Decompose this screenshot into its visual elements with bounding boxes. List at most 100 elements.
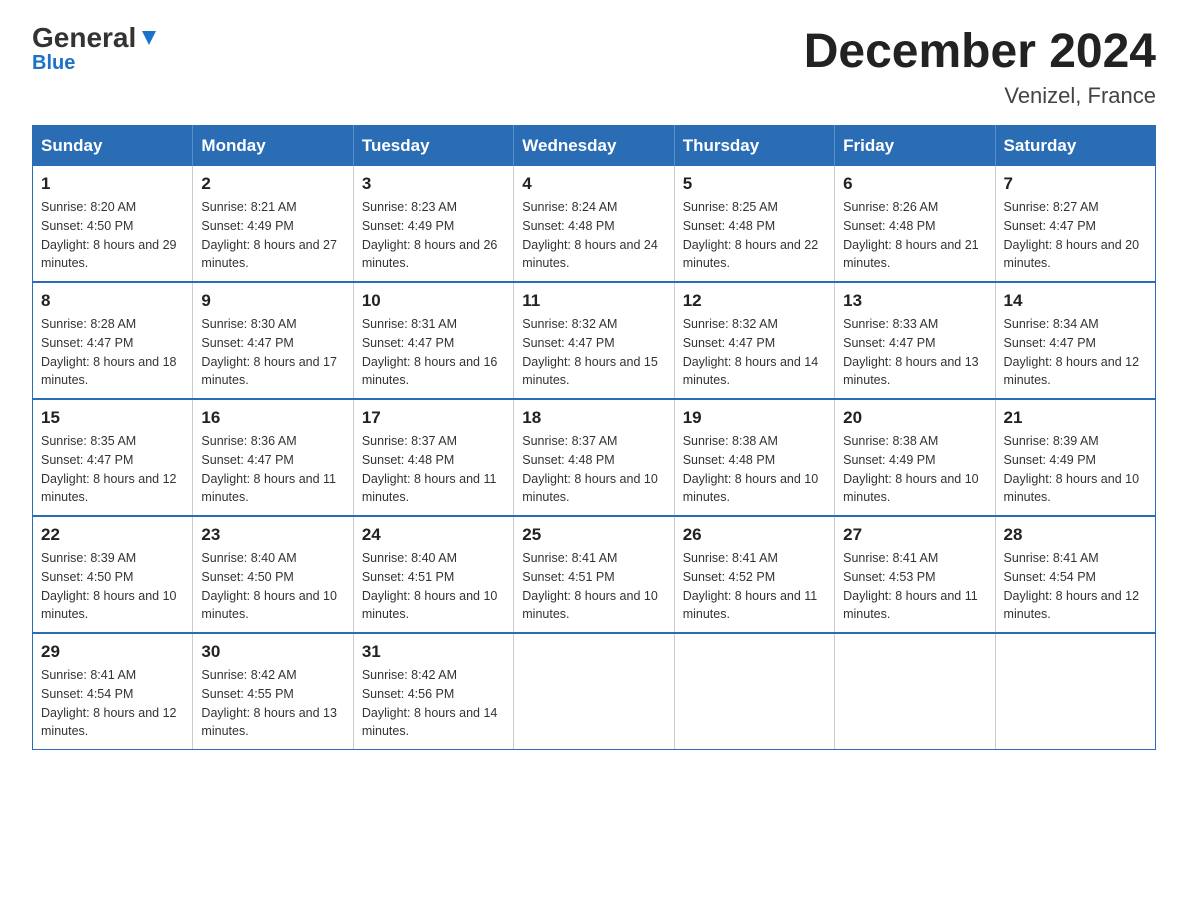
- calendar-day-header: Thursday: [674, 126, 834, 167]
- day-number: 27: [843, 525, 986, 545]
- calendar-cell: 20 Sunrise: 8:38 AMSunset: 4:49 PMDayligh…: [835, 399, 995, 516]
- day-info: Sunrise: 8:41 AMSunset: 4:51 PMDaylight:…: [522, 549, 665, 624]
- logo: General Blue: [32, 24, 160, 75]
- calendar-cell: 25 Sunrise: 8:41 AMSunset: 4:51 PMDayligh…: [514, 516, 674, 633]
- day-number: 16: [201, 408, 344, 428]
- day-number: 3: [362, 174, 505, 194]
- calendar-cell: 23Sunrise: 8:40 AMSunset: 4:50 PMDayligh…: [193, 516, 353, 633]
- calendar-week-row: 15 Sunrise: 8:35 AMSunset: 4:47 PMDayligh…: [33, 399, 1156, 516]
- logo-blue: Blue: [32, 52, 75, 75]
- calendar-cell: [674, 633, 834, 750]
- calendar-day-header: Wednesday: [514, 126, 674, 167]
- page-subtitle: Venizel, France: [804, 83, 1156, 109]
- calendar-cell: 2 Sunrise: 8:21 AMSunset: 4:49 PMDaylight…: [193, 166, 353, 282]
- day-number: 17: [362, 408, 505, 428]
- calendar-cell: 13 Sunrise: 8:33 AMSunset: 4:47 PMDayligh…: [835, 282, 995, 399]
- day-info: Sunrise: 8:36 AMSunset: 4:47 PMDaylight:…: [201, 432, 344, 507]
- day-number: 18: [522, 408, 665, 428]
- day-info: Sunrise: 8:42 AMSunset: 4:55 PMDaylight:…: [201, 666, 344, 741]
- calendar-cell: 7 Sunrise: 8:27 AMSunset: 4:47 PMDaylight…: [995, 166, 1155, 282]
- calendar-cell: 3 Sunrise: 8:23 AMSunset: 4:49 PMDaylight…: [353, 166, 513, 282]
- day-info: Sunrise: 8:38 AMSunset: 4:49 PMDaylight:…: [843, 432, 986, 507]
- day-number: 15: [41, 408, 184, 428]
- calendar-cell: 28 Sunrise: 8:41 AMSunset: 4:54 PMDayligh…: [995, 516, 1155, 633]
- calendar-cell: 5Sunrise: 8:25 AMSunset: 4:48 PMDaylight…: [674, 166, 834, 282]
- calendar-cell: 19 Sunrise: 8:38 AMSunset: 4:48 PMDayligh…: [674, 399, 834, 516]
- calendar-cell: 21Sunrise: 8:39 AMSunset: 4:49 PMDayligh…: [995, 399, 1155, 516]
- day-info: Sunrise: 8:39 AMSunset: 4:50 PMDaylight:…: [41, 549, 184, 624]
- calendar-cell: 22 Sunrise: 8:39 AMSunset: 4:50 PMDayligh…: [33, 516, 193, 633]
- calendar-cell: 18Sunrise: 8:37 AMSunset: 4:48 PMDayligh…: [514, 399, 674, 516]
- calendar-cell: 9Sunrise: 8:30 AMSunset: 4:47 PMDaylight…: [193, 282, 353, 399]
- day-info: Sunrise: 8:24 AMSunset: 4:48 PMDaylight:…: [522, 198, 665, 273]
- day-info: Sunrise: 8:37 AMSunset: 4:48 PMDaylight:…: [362, 432, 505, 507]
- day-number: 28: [1004, 525, 1147, 545]
- day-info: Sunrise: 8:27 AMSunset: 4:47 PMDaylight:…: [1004, 198, 1147, 273]
- calendar-day-header: Tuesday: [353, 126, 513, 167]
- day-number: 13: [843, 291, 986, 311]
- calendar-day-header: Saturday: [995, 126, 1155, 167]
- day-info: Sunrise: 8:25 AMSunset: 4:48 PMDaylight:…: [683, 198, 826, 273]
- day-number: 7: [1004, 174, 1147, 194]
- day-info: Sunrise: 8:39 AMSunset: 4:49 PMDaylight:…: [1004, 432, 1147, 507]
- day-number: 14: [1004, 291, 1147, 311]
- title-block: December 2024 Venizel, France: [804, 24, 1156, 109]
- day-number: 30: [201, 642, 344, 662]
- page-header: General Blue December 2024 Venizel, Fran…: [32, 24, 1156, 109]
- day-number: 25: [522, 525, 665, 545]
- calendar-cell: 26 Sunrise: 8:41 AMSunset: 4:52 PMDayligh…: [674, 516, 834, 633]
- day-info: Sunrise: 8:41 AMSunset: 4:54 PMDaylight:…: [1004, 549, 1147, 624]
- logo-arrow-icon: [138, 27, 160, 49]
- day-info: Sunrise: 8:32 AMSunset: 4:47 PMDaylight:…: [683, 315, 826, 390]
- calendar-cell: 4 Sunrise: 8:24 AMSunset: 4:48 PMDaylight…: [514, 166, 674, 282]
- calendar-week-row: 22 Sunrise: 8:39 AMSunset: 4:50 PMDayligh…: [33, 516, 1156, 633]
- calendar-cell: 29Sunrise: 8:41 AMSunset: 4:54 PMDayligh…: [33, 633, 193, 750]
- calendar-day-header: Monday: [193, 126, 353, 167]
- calendar-cell: 24 Sunrise: 8:40 AMSunset: 4:51 PMDayligh…: [353, 516, 513, 633]
- day-info: Sunrise: 8:30 AMSunset: 4:47 PMDaylight:…: [201, 315, 344, 390]
- day-number: 19: [683, 408, 826, 428]
- day-number: 6: [843, 174, 986, 194]
- day-number: 29: [41, 642, 184, 662]
- day-info: Sunrise: 8:28 AMSunset: 4:47 PMDaylight:…: [41, 315, 184, 390]
- calendar-cell: 11Sunrise: 8:32 AMSunset: 4:47 PMDayligh…: [514, 282, 674, 399]
- day-number: 20: [843, 408, 986, 428]
- day-number: 4: [522, 174, 665, 194]
- page-title: December 2024: [804, 24, 1156, 79]
- day-info: Sunrise: 8:32 AMSunset: 4:47 PMDaylight:…: [522, 315, 665, 390]
- calendar-cell: [995, 633, 1155, 750]
- day-info: Sunrise: 8:41 AMSunset: 4:52 PMDaylight:…: [683, 549, 826, 624]
- calendar-cell: 12Sunrise: 8:32 AMSunset: 4:47 PMDayligh…: [674, 282, 834, 399]
- day-number: 31: [362, 642, 505, 662]
- calendar-cell: 30 Sunrise: 8:42 AMSunset: 4:55 PMDayligh…: [193, 633, 353, 750]
- day-number: 2: [201, 174, 344, 194]
- day-info: Sunrise: 8:23 AMSunset: 4:49 PMDaylight:…: [362, 198, 505, 273]
- calendar-cell: 14Sunrise: 8:34 AMSunset: 4:47 PMDayligh…: [995, 282, 1155, 399]
- calendar-cell: 17 Sunrise: 8:37 AMSunset: 4:48 PMDayligh…: [353, 399, 513, 516]
- day-number: 1: [41, 174, 184, 194]
- calendar-day-header: Friday: [835, 126, 995, 167]
- day-info: Sunrise: 8:38 AMSunset: 4:48 PMDaylight:…: [683, 432, 826, 507]
- day-info: Sunrise: 8:21 AMSunset: 4:49 PMDaylight:…: [201, 198, 344, 273]
- day-number: 10: [362, 291, 505, 311]
- calendar-week-row: 29Sunrise: 8:41 AMSunset: 4:54 PMDayligh…: [33, 633, 1156, 750]
- day-info: Sunrise: 8:40 AMSunset: 4:51 PMDaylight:…: [362, 549, 505, 624]
- day-number: 26: [683, 525, 826, 545]
- calendar-week-row: 1 Sunrise: 8:20 AMSunset: 4:50 PMDaylight…: [33, 166, 1156, 282]
- calendar-cell: [835, 633, 995, 750]
- day-info: Sunrise: 8:20 AMSunset: 4:50 PMDaylight:…: [41, 198, 184, 273]
- day-number: 8: [41, 291, 184, 311]
- calendar-cell: 16 Sunrise: 8:36 AMSunset: 4:47 PMDayligh…: [193, 399, 353, 516]
- calendar-cell: 15 Sunrise: 8:35 AMSunset: 4:47 PMDayligh…: [33, 399, 193, 516]
- day-info: Sunrise: 8:35 AMSunset: 4:47 PMDaylight:…: [41, 432, 184, 507]
- day-info: Sunrise: 8:26 AMSunset: 4:48 PMDaylight:…: [843, 198, 986, 273]
- calendar-cell: [514, 633, 674, 750]
- day-info: Sunrise: 8:31 AMSunset: 4:47 PMDaylight:…: [362, 315, 505, 390]
- calendar-cell: 10 Sunrise: 8:31 AMSunset: 4:47 PMDayligh…: [353, 282, 513, 399]
- day-info: Sunrise: 8:42 AMSunset: 4:56 PMDaylight:…: [362, 666, 505, 741]
- day-number: 24: [362, 525, 505, 545]
- calendar-header-row: SundayMondayTuesdayWednesdayThursdayFrid…: [33, 126, 1156, 167]
- day-info: Sunrise: 8:40 AMSunset: 4:50 PMDaylight:…: [201, 549, 344, 624]
- day-info: Sunrise: 8:33 AMSunset: 4:47 PMDaylight:…: [843, 315, 986, 390]
- day-number: 22: [41, 525, 184, 545]
